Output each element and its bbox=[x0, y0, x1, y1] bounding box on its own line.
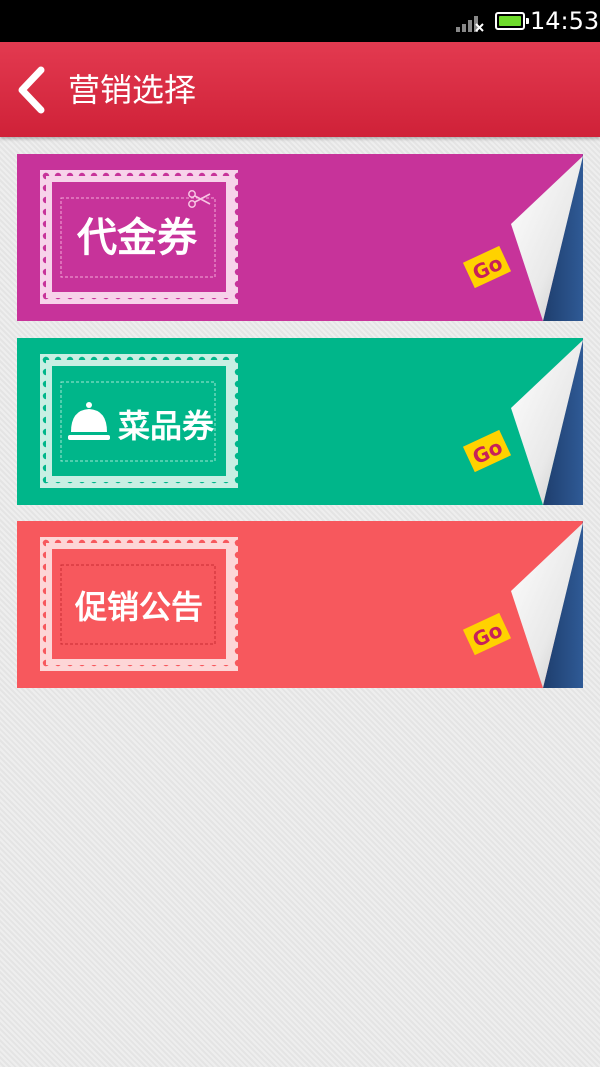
app-header: 营销选择 bbox=[0, 42, 600, 137]
page-curl-go-corner: Go bbox=[462, 521, 583, 688]
page-curl-go-corner: Go bbox=[462, 154, 583, 321]
card-dish-coupon[interactable]: 菜品券 Go bbox=[17, 338, 583, 505]
page-curl-go-corner: Go bbox=[462, 338, 583, 505]
card-label: 代金券 bbox=[77, 215, 197, 261]
card-voucher[interactable]: 代金券 Go bbox=[17, 154, 583, 321]
battery-icon bbox=[495, 12, 529, 30]
signal-icon bbox=[456, 16, 484, 32]
card-label: 菜品券 bbox=[118, 407, 215, 445]
card-label: 促销公告 bbox=[75, 588, 204, 626]
page-title: 营销选择 bbox=[68, 71, 197, 109]
status-bar: 14:53 bbox=[0, 0, 600, 42]
back-chevron-icon[interactable] bbox=[14, 66, 48, 114]
status-time: 14:53 bbox=[530, 7, 600, 35]
card-promotion-notice[interactable]: 促销公告 Go bbox=[17, 521, 583, 688]
